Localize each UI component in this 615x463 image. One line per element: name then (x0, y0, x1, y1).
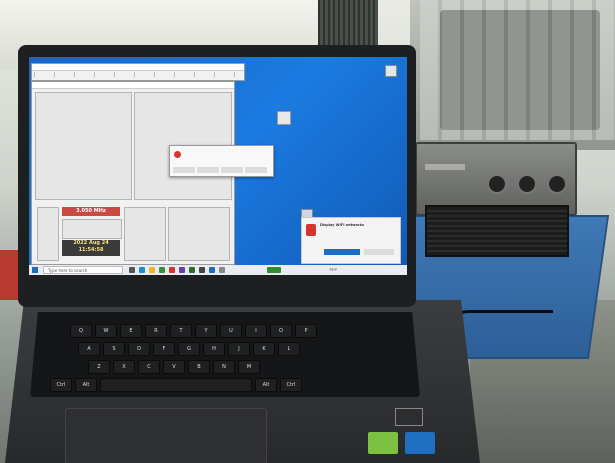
key[interactable]: X (113, 360, 135, 374)
frequency-display: 3.050 MHz (62, 207, 120, 216)
key[interactable]: A (78, 342, 100, 356)
app-icon[interactable] (209, 267, 215, 273)
options-panel[interactable] (124, 207, 166, 261)
device-panel (425, 164, 465, 170)
key[interactable]: Q (70, 324, 92, 338)
knob (487, 174, 507, 194)
photo-scene: Q W E R T Y U I O P A S D F G H J K L Z … (0, 0, 615, 463)
key-row-1: Q W E R T Y U I O P (70, 324, 317, 338)
key[interactable]: I (245, 324, 267, 338)
clock-time: 11:54:58 (62, 247, 120, 254)
key[interactable]: M (238, 360, 260, 374)
key[interactable]: J (228, 342, 250, 356)
dialog-button-row (173, 167, 267, 173)
taskbar-search[interactable]: Type here to search (43, 266, 123, 274)
intel-core-sticker (405, 432, 435, 454)
key[interactable]: Y (195, 324, 217, 338)
window-titlebar (32, 82, 234, 89)
laptop-screen: 3.050 MHz 2022 Aug 24 11:54:58 Display W… (29, 57, 407, 275)
key[interactable]: C (138, 360, 160, 374)
app-icon[interactable] (169, 267, 175, 273)
key[interactable]: H (203, 342, 225, 356)
app-icon[interactable] (179, 267, 185, 273)
key[interactable]: W (95, 324, 117, 338)
settings-panel[interactable] (62, 219, 122, 239)
key[interactable]: S (103, 342, 125, 356)
key-row-2: A S D F G H J K L (78, 342, 300, 356)
desktop-file-icon[interactable] (277, 111, 291, 125)
keyboard: Q W E R T Y U I O P A S D F G H J K L Z … (30, 312, 420, 397)
fingerprint-reader (395, 408, 423, 426)
folder-icon[interactable] (149, 267, 155, 273)
alt-key[interactable]: Alt (255, 378, 277, 392)
app-icon[interactable] (189, 267, 195, 273)
dialog-button[interactable] (245, 167, 267, 173)
key-row-3: Z X C V B N M (88, 360, 260, 374)
key[interactable]: Z (88, 360, 110, 374)
sdr-spectrum-window[interactable] (31, 63, 245, 81)
tray-badge[interactable] (267, 267, 281, 273)
wifi-notification[interactable]: Display WIFI networks (301, 217, 401, 264)
shield-icon (306, 224, 316, 236)
key[interactable]: R (145, 324, 167, 338)
frequency-scale (34, 72, 240, 77)
power-supply (425, 205, 569, 257)
clock-date: 2022 Aug 24 (62, 240, 120, 247)
dialog-button[interactable] (173, 167, 195, 173)
key[interactable]: E (120, 324, 142, 338)
key[interactable]: P (295, 324, 317, 338)
error-dialog[interactable] (169, 145, 274, 177)
key[interactable]: D (128, 342, 150, 356)
key[interactable]: B (188, 360, 210, 374)
key[interactable]: T (170, 324, 192, 338)
key-row-4: Ctrl Alt Alt Ctrl (50, 378, 302, 392)
edge-icon[interactable] (139, 267, 145, 273)
key[interactable]: G (178, 342, 200, 356)
app-icon[interactable] (199, 267, 205, 273)
desktop-recycle-icon[interactable] (385, 65, 397, 77)
spacebar[interactable] (100, 378, 252, 392)
toast-title: Display WIFI networks (320, 223, 365, 227)
knob (547, 174, 567, 194)
toast-primary-button[interactable] (324, 249, 360, 255)
key[interactable]: L (278, 342, 300, 356)
log-panel[interactable] (168, 207, 230, 261)
taskbar: Type here to search 79°F (29, 265, 407, 275)
start-icon[interactable] (32, 267, 38, 273)
key[interactable]: O (270, 324, 292, 338)
waterfall-panel (35, 92, 132, 200)
clock-display: 2022 Aug 24 11:54:58 (62, 240, 120, 256)
touchpad[interactable] (65, 408, 267, 463)
window-titlebar (32, 64, 244, 71)
store-icon[interactable] (159, 267, 165, 273)
key[interactable]: F (153, 342, 175, 356)
alt-key[interactable]: Alt (75, 378, 97, 392)
toast-secondary-button[interactable] (364, 249, 394, 255)
ctrl-key[interactable]: Ctrl (50, 378, 72, 392)
dialog-button[interactable] (221, 167, 243, 173)
knob (517, 174, 537, 194)
control-buttons[interactable] (37, 207, 59, 261)
key[interactable]: U (220, 324, 242, 338)
key[interactable]: K (253, 342, 275, 356)
ctrl-key[interactable]: Ctrl (280, 378, 302, 392)
key[interactable]: N (213, 360, 235, 374)
task-view-icon[interactable] (129, 267, 135, 273)
error-icon (174, 151, 181, 158)
key[interactable]: V (163, 360, 185, 374)
app-icon[interactable] (219, 267, 225, 273)
weather-temp: 79°F (329, 268, 338, 272)
intel-sticker (368, 432, 398, 454)
trailer-stripes (420, 0, 615, 140)
dialog-button[interactable] (197, 167, 219, 173)
